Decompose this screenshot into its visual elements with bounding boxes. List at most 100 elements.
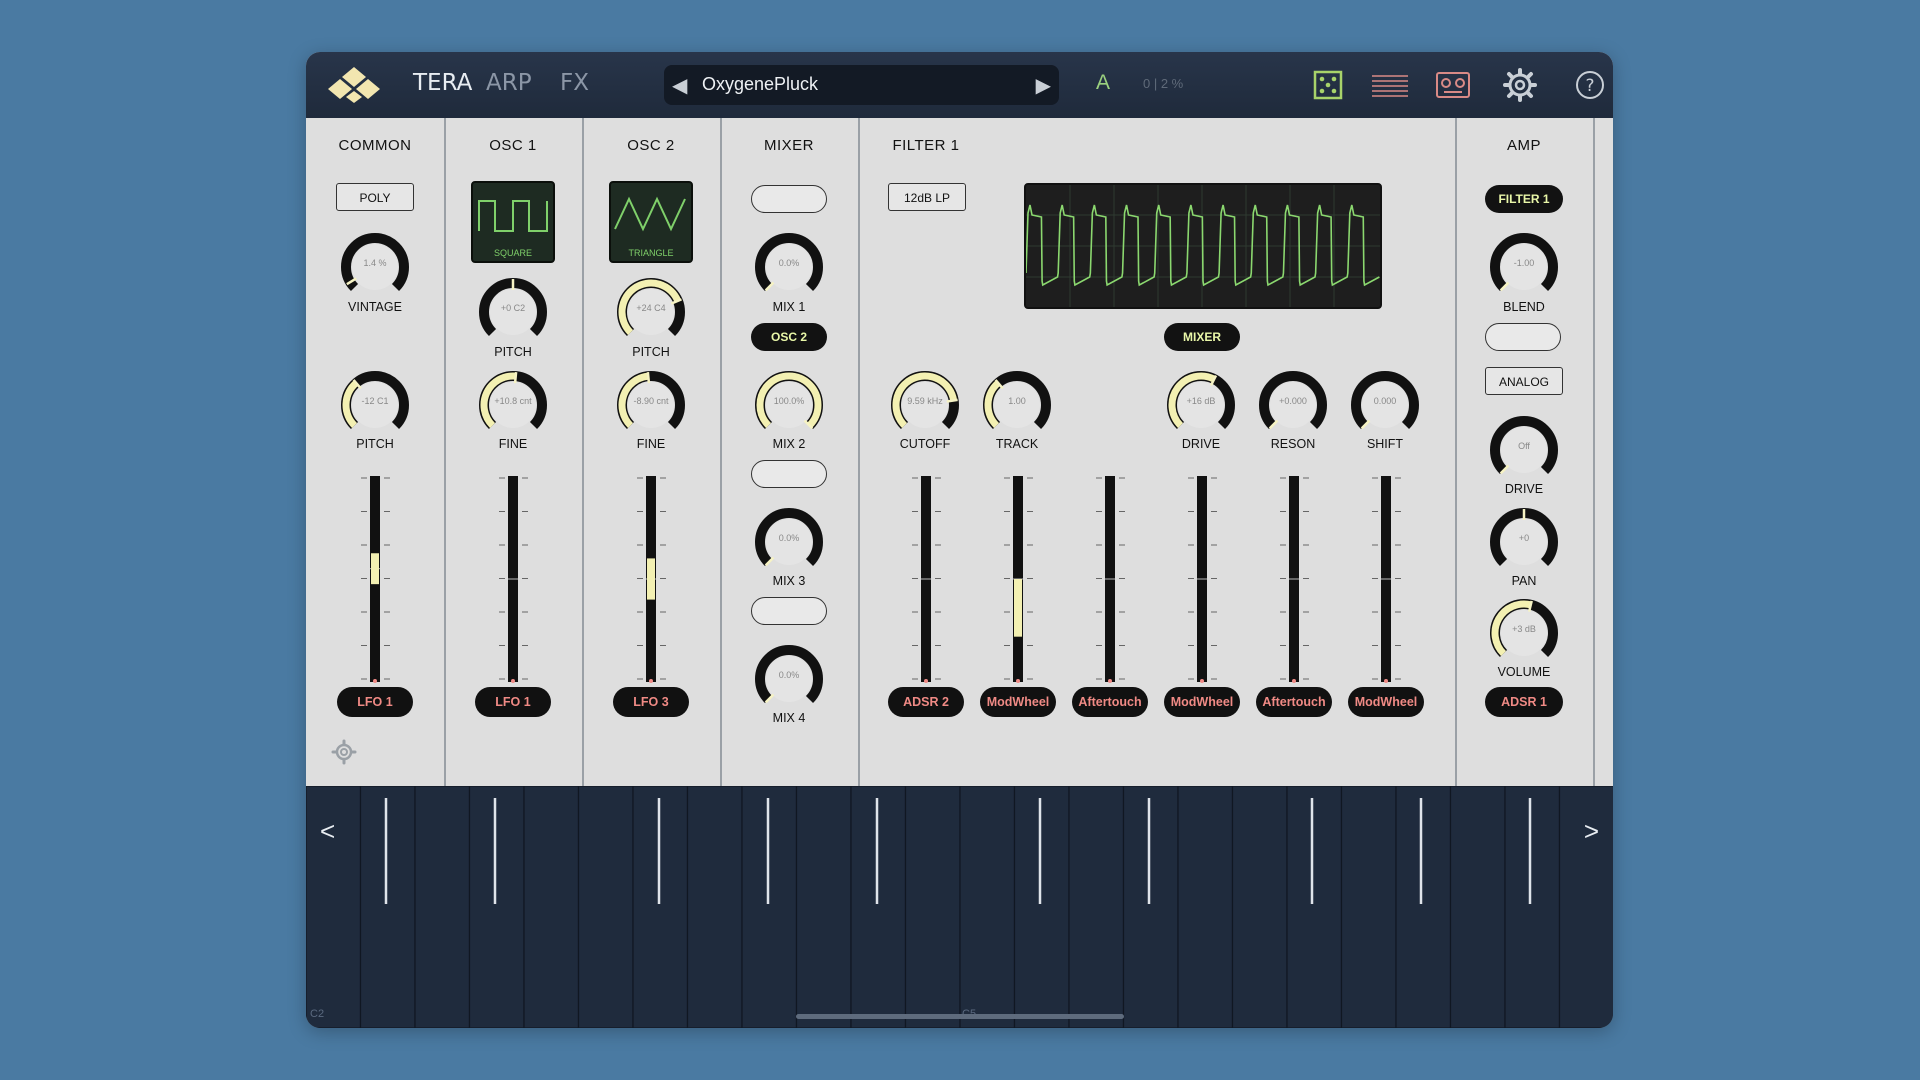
piano-key[interactable]: [1122, 786, 1179, 1028]
section-title-osc1: OSC 1: [489, 137, 537, 154]
piano-key[interactable]: [795, 786, 852, 1028]
common-mod-fader[interactable]: [355, 474, 395, 684]
filter-drive-knob[interactable]: +16 dB: [1165, 369, 1237, 441]
oscilloscope-display: [1024, 183, 1382, 309]
settings-gear-icon[interactable]: [330, 738, 358, 766]
amp-drive-value: Off: [1518, 441, 1530, 451]
scope-source-button[interactable]: MIXER: [1164, 323, 1240, 351]
piano-key[interactable]: [1504, 786, 1561, 1028]
preset-name[interactable]: OxygenePluck: [702, 74, 818, 95]
track-label: TRACK: [995, 437, 1039, 451]
piano-key[interactable]: [1286, 786, 1343, 1028]
octave-up-button[interactable]: >: [1584, 816, 1599, 847]
analog-button[interactable]: ANALOG: [1485, 367, 1563, 395]
section-title-filter1: FILTER 1: [892, 137, 960, 154]
section-divider: [444, 118, 446, 786]
amp-drive-knob[interactable]: Off: [1488, 414, 1560, 486]
common-pitch-knob[interactable]: -12 C1: [339, 369, 411, 441]
mix3-knob[interactable]: 0.0%: [753, 506, 825, 578]
osc1-waveform-square[interactable]: SQUARE: [471, 181, 555, 263]
help-icon[interactable]: ?: [1571, 66, 1609, 104]
piano-key[interactable]: [577, 786, 634, 1028]
filter-mod-fader-5[interactable]: [1274, 474, 1314, 684]
poly-mode-button[interactable]: POLY: [336, 183, 414, 211]
osc2-mod-fader[interactable]: [631, 474, 671, 684]
mix4-knob[interactable]: 0.0%: [753, 643, 825, 715]
piano-key[interactable]: [468, 786, 525, 1028]
track-knob[interactable]: 1.00: [981, 369, 1053, 441]
filter-type-button[interactable]: 12dB LP: [888, 183, 966, 211]
filter-mod-fader-2[interactable]: [998, 474, 1038, 684]
filter-mod-source-3[interactable]: Aftertouch: [1072, 687, 1148, 717]
gear-icon[interactable]: [1501, 66, 1539, 104]
filter-mod-fader-4[interactable]: [1182, 474, 1222, 684]
osc1-mod-source[interactable]: LFO 1: [475, 687, 551, 717]
octave-down-button[interactable]: <: [320, 816, 335, 847]
reson-knob[interactable]: +0.000: [1257, 369, 1329, 441]
piano-key[interactable]: [1177, 786, 1234, 1028]
osc2-waveform-triangle[interactable]: TRIANGLE: [609, 181, 693, 263]
osc1-pitch-knob[interactable]: +0 C2: [477, 276, 549, 348]
piano-key[interactable]: [904, 786, 961, 1028]
mix2-source-button[interactable]: OSC 2: [751, 323, 827, 351]
amp-mod-source[interactable]: ADSR 1: [1485, 687, 1563, 717]
cutoff-knob[interactable]: 9.59 kHz: [889, 369, 961, 441]
shift-label: SHIFT: [1366, 437, 1404, 451]
piano-key[interactable]: [1340, 786, 1397, 1028]
osc2-fine-label: FINE: [636, 437, 666, 451]
piano-key[interactable]: [359, 786, 416, 1028]
amp-mod-empty[interactable]: [1485, 323, 1561, 351]
tape-recorder-icon[interactable]: [1432, 66, 1474, 104]
blend-knob[interactable]: -1.00: [1488, 231, 1560, 303]
filter-mod-source-1[interactable]: ADSR 2: [888, 687, 964, 717]
piano-key[interactable]: [1068, 786, 1125, 1028]
section-title-mixer: MIXER: [763, 137, 814, 154]
section-divider: [1455, 118, 1457, 786]
preset-next-button[interactable]: ▶: [1036, 73, 1051, 98]
vintage-knob[interactable]: 1.4 %: [339, 231, 411, 303]
filter-mod-source-5[interactable]: Aftertouch: [1256, 687, 1332, 717]
piano-key[interactable]: [1395, 786, 1452, 1028]
mix4-source-empty[interactable]: [751, 597, 827, 625]
volume-value: +3 dB: [1512, 624, 1536, 634]
list-icon[interactable]: [1366, 66, 1414, 104]
tab-arp[interactable]: ARP: [486, 70, 532, 96]
mix3-source-empty[interactable]: [751, 460, 827, 488]
filter-mod-source-6[interactable]: ModWheel: [1348, 687, 1424, 717]
piano-key[interactable]: [1449, 786, 1506, 1028]
tab-fx[interactable]: FX: [560, 70, 589, 96]
preset-prev-button[interactable]: ◀: [672, 73, 687, 98]
piano-key[interactable]: [686, 786, 743, 1028]
osc2-mod-source[interactable]: LFO 3: [613, 687, 689, 717]
filter-mod-fader-3[interactable]: [1090, 474, 1130, 684]
common-mod-source[interactable]: LFO 1: [337, 687, 413, 717]
mix1-knob[interactable]: 0.0%: [753, 231, 825, 303]
shift-knob[interactable]: 0.000: [1349, 369, 1421, 441]
osc2-pitch-knob[interactable]: +24 C4: [615, 276, 687, 348]
piano-key[interactable]: [1013, 786, 1070, 1028]
piano-key[interactable]: [959, 786, 1016, 1028]
piano-key[interactable]: [414, 786, 471, 1028]
osc2-fine-knob[interactable]: -8.90 cnt: [615, 369, 687, 441]
mix1-source-empty[interactable]: [751, 185, 827, 213]
volume-knob[interactable]: +3 dB: [1488, 597, 1560, 669]
filter-mod-fader-1[interactable]: [906, 474, 946, 684]
pan-knob[interactable]: +0: [1488, 506, 1560, 578]
filter-mod-source-4[interactable]: ModWheel: [1164, 687, 1240, 717]
osc1-mod-fader[interactable]: [493, 474, 533, 684]
piano-key[interactable]: [1231, 786, 1288, 1028]
mix2-knob[interactable]: 100.0%: [753, 369, 825, 441]
tab-tera[interactable]: TERA: [413, 70, 472, 96]
amp-source-button[interactable]: FILTER 1: [1485, 185, 1563, 213]
mix4-label: MIX 4: [772, 711, 806, 725]
vintage-label: VINTAGE: [348, 300, 402, 314]
filter-mod-source-2[interactable]: ModWheel: [980, 687, 1056, 717]
pan-label: PAN: [1511, 574, 1537, 588]
osc1-fine-knob[interactable]: +10.8 cnt: [477, 369, 549, 441]
randomize-dice-icon[interactable]: [1309, 66, 1347, 104]
piano-key[interactable]: [523, 786, 580, 1028]
filter-mod-fader-6[interactable]: [1366, 474, 1406, 684]
bank-label[interactable]: A: [1096, 71, 1110, 95]
section-divider: [858, 118, 860, 786]
tera-logo: [328, 67, 380, 103]
